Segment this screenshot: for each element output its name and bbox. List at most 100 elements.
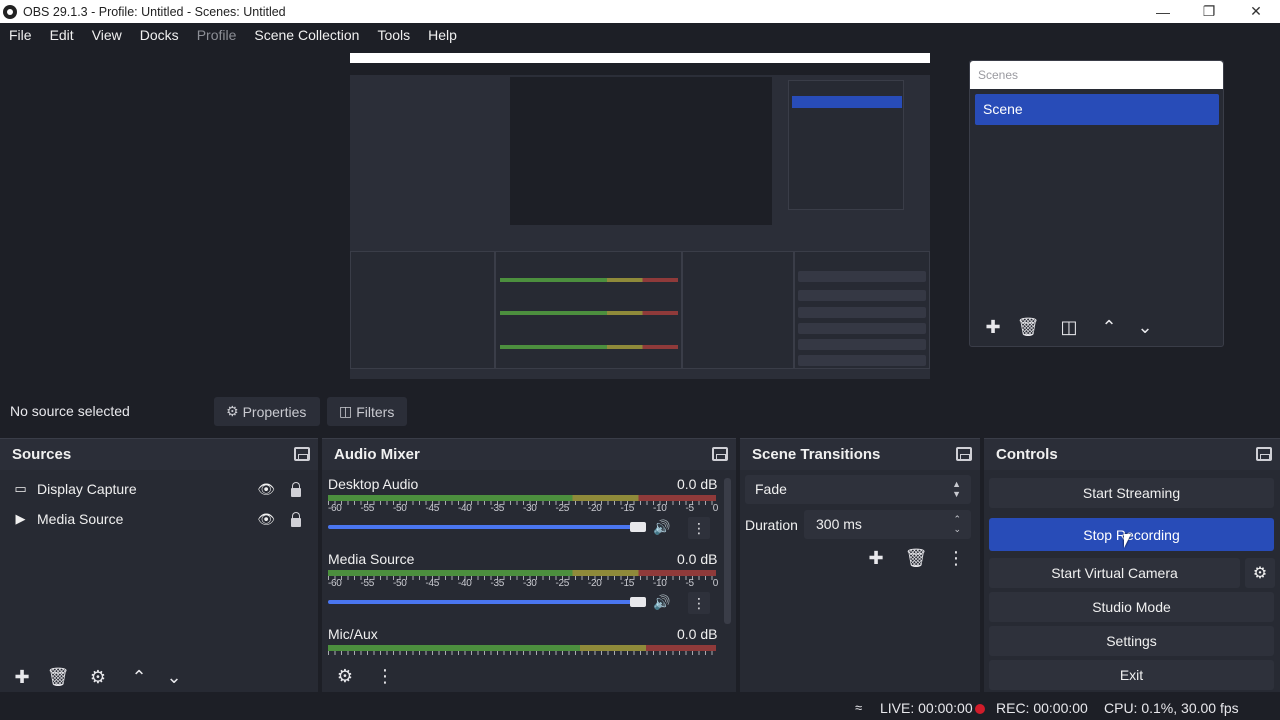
scenes-dock: Scenes Scene ✚ 🗑 ◫ ⌃ ⌄ (969, 60, 1224, 347)
obs-logo-icon (3, 4, 17, 19)
mixer-scrollbar[interactable] (724, 478, 731, 624)
meter-scale: -60 -55 -50 -45 -40 -35 -30 -25 -20 -15 -10 -5 0 (328, 578, 718, 589)
volume-slider-handle[interactable] (630, 597, 646, 607)
close-button[interactable]: ✕ (1233, 0, 1279, 23)
chevron-down-icon: ⌄ (1137, 316, 1153, 337)
lock-icon[interactable] (291, 482, 301, 497)
undock-icon[interactable] (956, 447, 972, 461)
volume-slider[interactable] (328, 600, 646, 604)
status-bar: ≈ LIVE: 00:00:00 REC: 00:00:00 CPU: 0.1%… (0, 697, 1280, 720)
channel-name: Media Source (328, 551, 415, 567)
scale-label: -30 (523, 578, 537, 589)
menu-file[interactable]: File (0, 27, 41, 43)
scale-label: -30 (523, 503, 537, 514)
menu-view[interactable]: View (83, 27, 131, 43)
undock-icon[interactable] (1256, 447, 1272, 461)
volume-slider-handle[interactable] (630, 522, 646, 532)
scale-label: -25 (555, 503, 570, 514)
menu-profile[interactable]: Profile (188, 27, 246, 43)
preview-scene-selected (792, 96, 902, 108)
remove-transition-button[interactable]: 🗑 (902, 545, 930, 571)
stop-recording-button[interactable]: Stop Recording (989, 518, 1274, 551)
scene-list-item[interactable]: Scene (975, 94, 1219, 125)
meter-ticks (328, 651, 716, 655)
transition-menu-button[interactable]: ⋮ (942, 545, 970, 571)
channel-menu-button[interactable]: ⋮ (688, 517, 710, 539)
remove-source-button[interactable]: 🗑 (44, 664, 72, 690)
add-transition-button[interactable]: ✚ (862, 545, 890, 571)
kebab-icon: ⋮ (692, 519, 706, 536)
remove-scene-button[interactable]: 🗑 (1013, 314, 1043, 340)
gear-icon: ⚙ (89, 666, 107, 687)
source-info-bar: No source selected (0, 391, 1280, 432)
program-preview[interactable] (350, 53, 930, 379)
rec-timer: REC: 00:00:00 (996, 700, 1088, 716)
scale-label: -50 (393, 578, 407, 589)
start-virtual-camera-button[interactable]: Start Virtual Camera (989, 558, 1240, 588)
speaker-icon[interactable]: 🔊 (653, 594, 670, 611)
scene-filters-button[interactable]: ◫ (1054, 314, 1084, 340)
filters-button[interactable]: ◫ Filters (327, 397, 407, 426)
undock-icon[interactable] (712, 447, 728, 461)
sources-dock: Sources ▭ Display Capture 👁 ▶ Media Sour… (0, 438, 318, 692)
source-item-media-source[interactable]: ▶ Media Source 👁 (0, 505, 318, 533)
scale-label: -5 (685, 578, 695, 589)
scale-label: -15 (620, 578, 635, 589)
scale-label: -35 (490, 578, 505, 589)
filter-icon: ◫ (339, 403, 353, 419)
start-streaming-button[interactable]: Start Streaming (989, 478, 1274, 508)
chevron-up-icon: ⌃ (131, 666, 147, 687)
preview-btn (798, 307, 926, 318)
menu-edit[interactable]: Edit (41, 27, 83, 43)
add-source-button[interactable]: ✚ (8, 664, 36, 690)
move-source-up-button[interactable]: ⌃ (125, 664, 153, 690)
audio-mixer-title: Audio Mixer (322, 439, 736, 470)
undock-icon[interactable] (294, 447, 310, 461)
maximize-button[interactable]: ❐ (1186, 0, 1232, 23)
speaker-icon[interactable]: 🔊 (653, 519, 670, 536)
eye-icon[interactable]: 👁 (257, 511, 275, 528)
gear-icon: ⚙ (1252, 565, 1268, 582)
minimize-button[interactable]: — (1140, 0, 1186, 23)
scale-label: -5 (685, 503, 695, 514)
scale-label: -50 (393, 503, 407, 514)
scale-label: -10 (653, 503, 667, 514)
duration-value: 300 ms (816, 516, 862, 532)
lock-icon[interactable] (291, 512, 301, 527)
kebab-icon: ⋮ (376, 665, 394, 686)
transition-select[interactable]: Fade ▲ ▼ (745, 475, 971, 504)
chevron-down-icon: ⌄ (166, 666, 182, 687)
move-source-down-button[interactable]: ⌄ (160, 664, 188, 690)
eye-icon[interactable]: 👁 (257, 481, 275, 498)
add-scene-button[interactable]: ✚ (978, 314, 1008, 340)
settings-button[interactable]: Settings (989, 626, 1274, 656)
gears-icon: ⚙ (336, 665, 354, 686)
move-scene-down-button[interactable]: ⌄ (1130, 314, 1160, 340)
title-bar: OBS 29.1.3 - Profile: Untitled - Scenes:… (0, 0, 1280, 23)
volume-slider[interactable] (328, 525, 646, 529)
duration-spinbox[interactable]: 300 ms ⌃ ⌄ (804, 510, 971, 539)
properties-button[interactable]: ⚙ Properties (214, 397, 320, 426)
channel-menu-button[interactable]: ⋮ (688, 592, 710, 614)
studio-mode-button[interactable]: Studio Mode (989, 592, 1274, 622)
scale-label: -55 (360, 578, 375, 589)
restore-icon: ❐ (1202, 3, 1216, 19)
transition-value: Fade (755, 481, 787, 497)
mixer-menu-button[interactable]: ⋮ (371, 663, 399, 689)
preview-nested (510, 77, 772, 225)
source-item-display-capture[interactable]: ▭ Display Capture 👁 (0, 475, 318, 503)
menu-docks[interactable]: Docks (131, 27, 188, 43)
preview-meter (500, 278, 678, 282)
move-scene-up-button[interactable]: ⌃ (1094, 314, 1124, 340)
scenes-header: Scenes (970, 61, 1223, 89)
source-properties-button[interactable]: ⚙ (84, 664, 112, 690)
advanced-audio-button[interactable]: ⚙ (331, 663, 359, 689)
menu-help[interactable]: Help (419, 27, 466, 43)
menu-tools[interactable]: Tools (368, 27, 419, 43)
virtual-camera-settings-button[interactable]: ⚙ (1245, 558, 1275, 588)
scale-label: -25 (555, 578, 570, 589)
menu-scene-collection[interactable]: Scene Collection (245, 27, 368, 43)
preview-btn (798, 323, 926, 334)
stream-offline-icon: ≈ (855, 700, 863, 715)
exit-button[interactable]: Exit (989, 660, 1274, 690)
